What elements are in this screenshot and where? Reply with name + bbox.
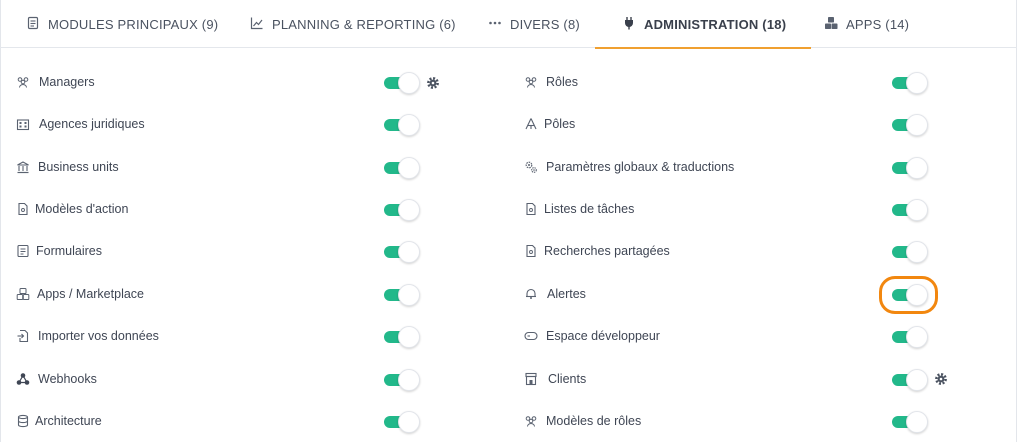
module-label: Architecture <box>35 414 102 428</box>
file-icon <box>524 202 538 216</box>
module-label: Importer vos données <box>38 329 159 343</box>
file-icon <box>524 244 538 258</box>
module-label: Managers <box>39 75 95 89</box>
file-icon <box>16 202 30 216</box>
module-label: Modèles d'action <box>35 202 129 216</box>
module-label: Agences juridiques <box>39 117 145 131</box>
module-label: Alertes <box>547 287 586 301</box>
gear-icon[interactable] <box>934 372 948 386</box>
settings-panel <box>0 0 1017 442</box>
terminal-icon <box>524 329 538 343</box>
tab-label: APPS (14) <box>846 16 910 32</box>
tab-label: MODULES PRINCIPAUX (9) <box>48 16 219 32</box>
highlight-ring <box>879 276 938 314</box>
toggle-listes-taches[interactable] <box>892 199 928 221</box>
module-row-roles: Rôles <box>524 75 578 89</box>
bank-icon <box>16 160 30 174</box>
tab-modules-principaux[interactable]: MODULES PRINCIPAUX (9) <box>26 0 218 48</box>
cubes-icon <box>16 287 30 301</box>
bell-icon <box>524 287 538 301</box>
plug-icon <box>622 16 644 33</box>
module-row-alertes: Alertes <box>524 287 586 301</box>
module-row-modeles-action: Modèles d'action <box>16 202 128 216</box>
toggle-formulaires[interactable] <box>384 241 420 263</box>
module-label: Pôles <box>544 117 576 131</box>
module-label: Listes de tâches <box>544 202 635 216</box>
form-icon <box>16 244 30 258</box>
module-row-poles: Pôles <box>524 117 575 131</box>
ellipsis-icon <box>488 16 510 33</box>
file-import-icon <box>16 329 30 343</box>
toggle-roles[interactable] <box>892 72 928 94</box>
module-row-recherches-partagees: Recherches partagées <box>524 244 670 258</box>
gear-icon[interactable] <box>426 76 440 90</box>
toggle-importer-donnees[interactable] <box>384 326 420 348</box>
toggle-parametres-globaux[interactable] <box>892 157 928 179</box>
module-label: Rôles <box>546 75 578 89</box>
tab-bar: MODULES PRINCIPAUX (9) PLANNING & REPORT… <box>0 0 1017 49</box>
module-label: Business units <box>38 160 119 174</box>
module-row-parametres-globaux: Paramètres globaux & traductions <box>524 160 734 174</box>
toggle-espace-developpeur[interactable] <box>892 326 928 348</box>
toggle-architecture[interactable] <box>384 411 420 433</box>
cubes-icon <box>824 16 846 33</box>
module-row-architecture: Architecture <box>16 414 102 428</box>
module-row-modeles-roles: Modèles de rôles <box>524 414 641 428</box>
module-label: Formulaires <box>36 244 102 258</box>
toggle-webhooks[interactable] <box>384 369 420 391</box>
toggle-business-units[interactable] <box>384 157 420 179</box>
toggle-poles[interactable] <box>892 114 928 136</box>
toggle-managers[interactable] <box>384 72 420 94</box>
module-label: Paramètres globaux & traductions <box>546 160 735 174</box>
tab-planning-reporting[interactable]: PLANNING & REPORTING (6) <box>250 0 456 48</box>
users-icon <box>524 75 538 89</box>
module-row-importer-donnees: Importer vos données <box>16 329 159 343</box>
tab-label: DIVERS (8) <box>510 16 580 32</box>
module-row-webhooks: Webhooks <box>16 372 97 386</box>
module-row-apps-marketplace: Apps / Marketplace <box>16 287 144 301</box>
toggle-apps-marketplace[interactable] <box>384 284 420 306</box>
module-label: Apps / Marketplace <box>37 287 144 301</box>
tab-apps[interactable]: APPS (14) <box>824 0 909 48</box>
module-row-listes-taches: Listes de tâches <box>524 202 634 216</box>
module-row-managers: Managers <box>16 75 95 89</box>
users-icon <box>524 414 538 428</box>
module-label: Clients <box>548 372 587 386</box>
webhooks-icon <box>16 372 30 386</box>
toggle-clients[interactable] <box>892 369 928 391</box>
module-row-agences-juridiques: Agences juridiques <box>16 117 145 131</box>
module-row-formulaires: Formulaires <box>16 244 102 258</box>
toggle-agences-juridiques[interactable] <box>384 114 420 136</box>
toggle-modeles-action[interactable] <box>384 199 420 221</box>
users-icon <box>16 75 30 89</box>
module-label: Modèles de rôles <box>546 414 642 428</box>
database-icon <box>16 414 30 428</box>
tab-divers[interactable]: DIVERS (8) <box>488 0 580 48</box>
sitemap-icon <box>524 117 538 131</box>
module-row-business-units: Business units <box>16 160 119 174</box>
toggle-modeles-roles[interactable] <box>892 411 928 433</box>
document-icon <box>26 16 48 33</box>
tab-label: PLANNING & REPORTING (6) <box>272 16 456 32</box>
toggle-recherches-partagees[interactable] <box>892 241 928 263</box>
cogs-icon <box>524 160 538 174</box>
tab-administration[interactable]: ADMINISTRATION (18) <box>594 0 812 49</box>
module-label: Webhooks <box>38 372 97 386</box>
store-icon <box>524 372 538 386</box>
module-label: Espace développeur <box>546 329 660 343</box>
module-row-espace-developpeur: Espace développeur <box>524 329 660 343</box>
tab-label: ADMINISTRATION (18) <box>644 16 787 32</box>
chart-line-icon <box>250 16 272 33</box>
building-icon <box>16 117 30 131</box>
module-row-clients: Clients <box>524 372 586 386</box>
module-label: Recherches partagées <box>544 244 670 258</box>
